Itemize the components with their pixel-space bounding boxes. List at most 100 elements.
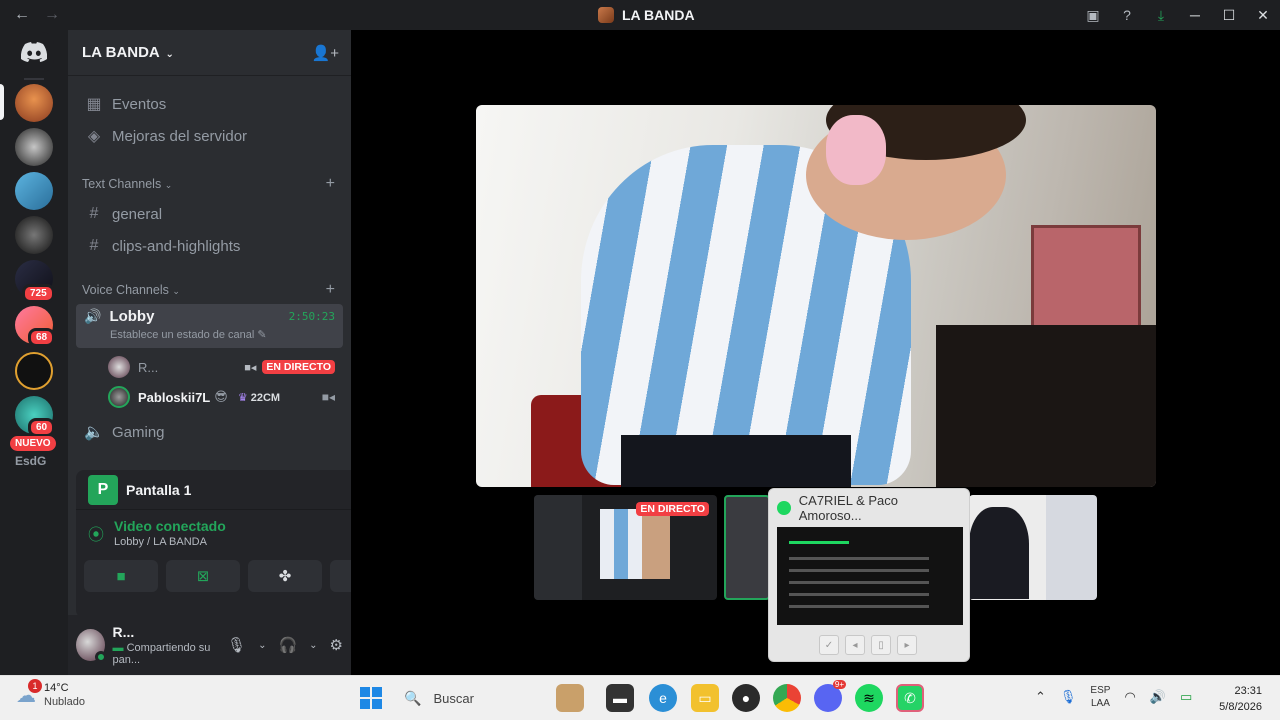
edge-icon[interactable]: e <box>649 684 677 712</box>
weather-widget[interactable]: ☁ 1 14°C Nublado <box>16 678 85 708</box>
add-channel-icon[interactable]: + <box>326 175 335 193</box>
volume-icon[interactable]: 🔊 <box>1150 689 1166 705</box>
previous-track-icon[interactable]: ◂ <box>845 635 865 655</box>
headphones-icon[interactable]: 🎧 <box>278 636 297 654</box>
chevron-down-icon: ⌄ <box>162 49 174 60</box>
chevron-up-icon[interactable]: ⌃ <box>1035 689 1046 705</box>
chevron-down-icon[interactable]: ⌄ <box>258 640 266 651</box>
voice-channel-lobby[interactable]: 🔊 Lobby 2:50:23 Establece un estado de ca… <box>76 304 343 348</box>
avatar <box>108 356 130 378</box>
file-explorer-icon[interactable]: ▭ <box>691 684 719 712</box>
voice-user-r[interactable]: R... ■◂ EN DIRECTO <box>108 352 343 382</box>
voice-channel-gaming[interactable]: 🔈 Gaming <box>76 416 343 448</box>
new-badge: NUEVO <box>10 436 56 451</box>
download-icon[interactable]: ⤓ <box>1144 7 1178 24</box>
thumbnail-person <box>969 507 1029 599</box>
cloud-icon: ☁ 1 <box>16 678 42 708</box>
play-pause-icon[interactable]: ▯ <box>871 635 891 655</box>
whatsapp-icon[interactable]: ✆ <box>896 684 924 712</box>
chrome-icon[interactable] <box>773 684 801 712</box>
close-button[interactable]: ✕ <box>1246 7 1280 24</box>
add-channel-icon[interactable]: + <box>326 281 335 299</box>
main-video-feed[interactable] <box>476 105 1156 487</box>
server-icon-la-banda[interactable] <box>15 84 53 122</box>
server-rail: 725 68 60 NUEVO EsdG <box>0 30 68 675</box>
stream-thumbnail[interactable]: EN DIRECTO <box>534 495 717 600</box>
camera-thumbnail[interactable] <box>969 495 1097 600</box>
back-arrow-icon[interactable]: ← <box>14 6 30 24</box>
settings-gear-icon[interactable]: ⚙ <box>330 636 343 654</box>
title-bar: ← → LA BANDA ▣ ? ⤓ ─ ☐ ✕ <box>0 0 1280 30</box>
chevron-down-icon: ⌄ <box>172 286 180 296</box>
inbox-icon[interactable]: ▣ <box>1076 7 1110 24</box>
taskbar-app-image[interactable] <box>556 684 584 712</box>
channel-sidebar: LA BANDA ⌄ 👤+ ▦ Eventos ◈ Mejoras del se… <box>68 30 412 675</box>
screen-share-icon: P <box>88 474 118 505</box>
system-tray: ⌃ 🎙 ESP LAA ◠ 🔊 ▭ <box>1035 684 1192 710</box>
sidebar-item-boosts[interactable]: ◈ Mejoras del servidor <box>76 120 343 152</box>
taskbar-app-game[interactable]: ● <box>732 684 760 712</box>
chevron-down-icon: ⌄ <box>164 180 173 190</box>
voice-user-pabloskii[interactable]: Pabloskii7L 😎 ♛ 22CM ■◂ <box>108 382 343 412</box>
category-text-channels[interactable]: Text Channels ⌄ + <box>76 174 343 194</box>
tag-icon: ♛ <box>237 391 248 404</box>
spotify-taskbar-icon[interactable]: ≋ <box>855 684 883 712</box>
signal-icon[interactable]: ⦿ <box>88 521 104 545</box>
server-icon-2[interactable] <box>15 128 53 166</box>
chevron-down-icon[interactable]: ⌄ <box>309 640 317 651</box>
online-status-dot <box>94 651 107 663</box>
window-title: LA BANDA <box>598 7 695 23</box>
discord-taskbar-icon[interactable]: 9+ <box>814 680 846 712</box>
battery-icon[interactable]: ▭ <box>1180 689 1192 705</box>
next-track-icon[interactable]: ▸ <box>897 635 917 655</box>
camera-icon: ■◂ <box>321 390 335 404</box>
server-icon-4[interactable] <box>15 216 53 254</box>
camera-icon: ■◂ <box>244 361 257 374</box>
live-badge: EN DIRECTO <box>262 360 335 374</box>
category-voice-channels[interactable]: Voice Channels ⌄ + <box>76 280 343 300</box>
search-icon: 🔍 <box>404 690 422 706</box>
invite-user-icon[interactable]: 👤+ <box>312 44 339 62</box>
video-person-pants <box>621 435 851 487</box>
participant-thumbnail[interactable] <box>724 495 770 600</box>
spotify-taskbar-preview[interactable]: CA7RIEL & Paco Amoroso... ✓ ◂ ▯ ▸ <box>768 488 970 662</box>
clock[interactable]: 23:31 5/8/2026 <box>1219 683 1262 715</box>
discord-home-button[interactable] <box>14 32 54 72</box>
server-header[interactable]: LA BANDA ⌄ 👤+ <box>68 30 351 76</box>
minimize-button[interactable]: ─ <box>1178 7 1212 23</box>
calendar-icon: ▦ <box>86 96 102 113</box>
heart-icon[interactable]: ✓ <box>819 635 839 655</box>
language-indicator[interactable]: ESP LAA <box>1090 684 1110 710</box>
channel-general[interactable]: # general <box>76 198 343 230</box>
speaker-icon: 🔊 <box>84 308 102 324</box>
server-partial-label: EsdG <box>15 454 47 468</box>
microphone-icon[interactable]: 🎙 <box>227 636 246 654</box>
avatar <box>108 386 130 408</box>
forward-arrow-icon[interactable]: → <box>44 6 60 24</box>
server-icon-7[interactable] <box>15 352 53 390</box>
channel-status[interactable]: Establece un estado de canal ✎ <box>110 328 335 341</box>
sidebar-item-events[interactable]: ▦ Eventos <box>76 88 343 120</box>
server-badge: 68 <box>28 328 56 347</box>
windows-taskbar: ☁ 1 14°C Nublado 🔍 Buscar ▬ e ▭ ● 9+ ≋ ✆ … <box>0 675 1280 720</box>
camera-button[interactable]: ■ <box>84 560 158 592</box>
screen-share-small-icon: ▬ <box>112 642 124 654</box>
boost-icon: ◈ <box>87 128 101 145</box>
rail-separator <box>24 78 44 80</box>
help-icon[interactable]: ? <box>1110 7 1144 23</box>
channel-clips-and-highlights[interactable]: # clips-and-highlights <box>76 230 343 262</box>
taskbar-app-terminal[interactable]: ▬ <box>606 684 634 712</box>
discord-logo-icon <box>21 42 47 62</box>
video-person-headphones <box>826 115 886 185</box>
microphone-tray-icon[interactable]: 🎙 <box>1060 689 1077 705</box>
maximize-button[interactable]: ☐ <box>1212 7 1246 24</box>
screen-share-button[interactable]: ⊠ <box>166 560 240 592</box>
pencil-icon: ✎ <box>257 329 267 341</box>
wifi-icon[interactable]: ◠ <box>1124 689 1135 705</box>
server-icon-3[interactable] <box>15 172 53 210</box>
start-button[interactable] <box>360 687 382 709</box>
activities-button[interactable]: ✤ <box>248 560 322 592</box>
selected-server-pill <box>0 84 4 120</box>
avatar[interactable] <box>76 629 107 663</box>
thumbnail-sidebar <box>534 495 582 600</box>
